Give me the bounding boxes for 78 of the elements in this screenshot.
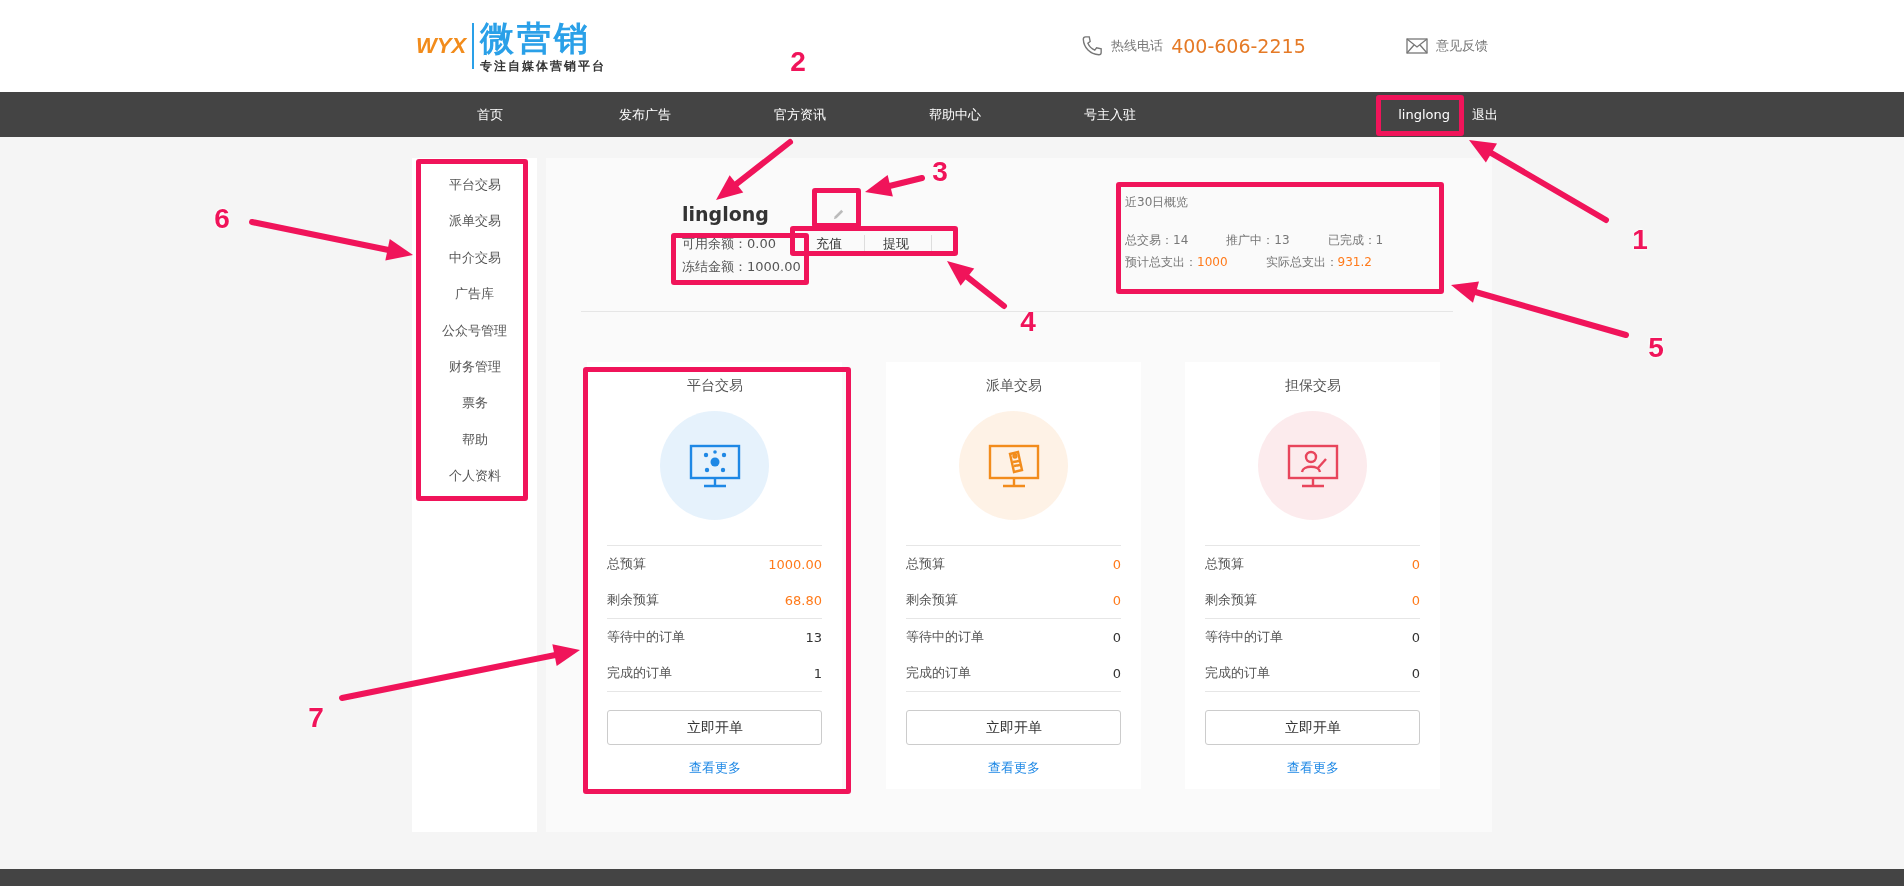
row-label: 总预算 <box>906 555 945 573</box>
username: linglong <box>682 203 770 225</box>
row-label: 完成的订单 <box>607 664 672 682</box>
view-more-link[interactable]: 查看更多 <box>1286 759 1339 777</box>
mail-icon <box>1405 38 1428 54</box>
order-button[interactable]: 立即开单 <box>1205 710 1420 745</box>
nav-link[interactable]: 首页 <box>412 105 567 124</box>
row-value: 0 <box>1112 629 1121 645</box>
view-more-link[interactable]: 查看更多 <box>688 759 741 777</box>
row-label: 完成的订单 <box>906 664 971 682</box>
nav-link[interactable]: 帮助中心 <box>877 105 1032 124</box>
row-label: 完成的订单 <box>1205 664 1270 682</box>
row-label: 剩余预算 <box>906 591 958 609</box>
nav-link[interactable]: 发布广告 <box>567 105 722 124</box>
sidebar-item[interactable]: 公众号管理 <box>442 312 507 349</box>
row-value: 1000.00 <box>768 556 822 572</box>
sidebar-item[interactable]: 票务 <box>461 385 488 422</box>
sidebar-item[interactable]: 个人资料 <box>448 458 501 495</box>
sidebar-item[interactable]: 广告库 <box>455 276 494 313</box>
sidebar-item[interactable]: 派单交易 <box>448 203 501 240</box>
overview-stat: 总交易：14 <box>1125 231 1189 249</box>
row-label: 等待中的订单 <box>607 628 685 646</box>
row-label: 总预算 <box>607 555 646 573</box>
available-balance: 可用余额：0.00 <box>682 234 777 253</box>
sidebar-item[interactable]: 平台交易 <box>448 167 501 204</box>
logo-slogan: 专注自媒体营销平台 <box>480 57 607 75</box>
row-value: 68.80 <box>784 592 822 608</box>
hotline-number: 400-606-2215 <box>1171 35 1306 57</box>
card-title: 派单交易 <box>985 377 1042 395</box>
row-value: 1 <box>813 665 822 681</box>
card-title: 担保交易 <box>1284 377 1341 395</box>
annotation-number: 1 <box>1632 226 1648 254</box>
edit-icon[interactable] <box>832 207 845 221</box>
annotation-number: 5 <box>1648 334 1664 362</box>
username-link[interactable]: linglong <box>1398 107 1450 122</box>
row-value: 13 <box>805 629 822 645</box>
overview-stat: 已完成：1 <box>1327 231 1384 249</box>
overview-stat: 预计总支出：1000 <box>1125 253 1228 271</box>
annotation-number: 3 <box>932 158 948 186</box>
account-button[interactable]: 充值 <box>816 234 865 253</box>
hotline-label: 热线电话 <box>1111 37 1164 55</box>
overview-stat: 推广中：13 <box>1226 231 1290 249</box>
logo-name: 微营销 <box>480 17 593 58</box>
row-label: 剩余预算 <box>607 591 659 609</box>
row-value: 0 <box>1411 592 1420 608</box>
row-value: 0 <box>1112 592 1121 608</box>
overview-stat: 实际总支出：931.2 <box>1265 253 1372 271</box>
logout-link[interactable]: 退出 <box>1472 105 1498 124</box>
row-label: 总预算 <box>1205 555 1244 573</box>
sidebar-item[interactable]: 财务管理 <box>448 348 501 386</box>
order-button[interactable]: 立即开单 <box>607 710 822 745</box>
row-value: 0 <box>1112 556 1121 572</box>
annotation-number: 7 <box>308 704 324 732</box>
nav-link[interactable]: 号主入驻 <box>1032 105 1187 124</box>
order-button[interactable]: 立即开单 <box>906 710 1121 745</box>
sidebar-item[interactable]: 中介交易 <box>448 239 501 277</box>
row-value: 0 <box>1411 665 1420 681</box>
view-more-link[interactable]: 查看更多 <box>987 759 1040 777</box>
row-label: 等待中的订单 <box>906 628 984 646</box>
frozen-balance: 冻结金额：1000.00 <box>682 257 802 276</box>
annotation-number: 4 <box>1020 308 1036 336</box>
account-button[interactable]: 提现 <box>883 234 932 253</box>
row-label: 等待中的订单 <box>1205 628 1283 646</box>
annotation-number: 6 <box>214 205 230 233</box>
overview-title: 近30日概览 <box>1125 194 1190 211</box>
sidebar-item[interactable]: 帮助 <box>461 421 488 459</box>
phone-icon <box>1081 35 1104 57</box>
logo-mark: WYX <box>416 33 467 59</box>
annotation-number: 2 <box>790 48 806 76</box>
row-value: 0 <box>1112 665 1121 681</box>
row-value: 0 <box>1411 629 1420 645</box>
annotation-arrow <box>865 175 925 197</box>
annotation-arrow <box>947 261 1007 309</box>
nav-link[interactable]: 官方资讯 <box>722 105 877 124</box>
feedback-link[interactable]: 意见反馈 <box>1405 37 1488 55</box>
row-label: 剩余预算 <box>1205 591 1257 609</box>
card-title: 平台交易 <box>686 377 743 395</box>
row-value: 0 <box>1411 556 1420 572</box>
